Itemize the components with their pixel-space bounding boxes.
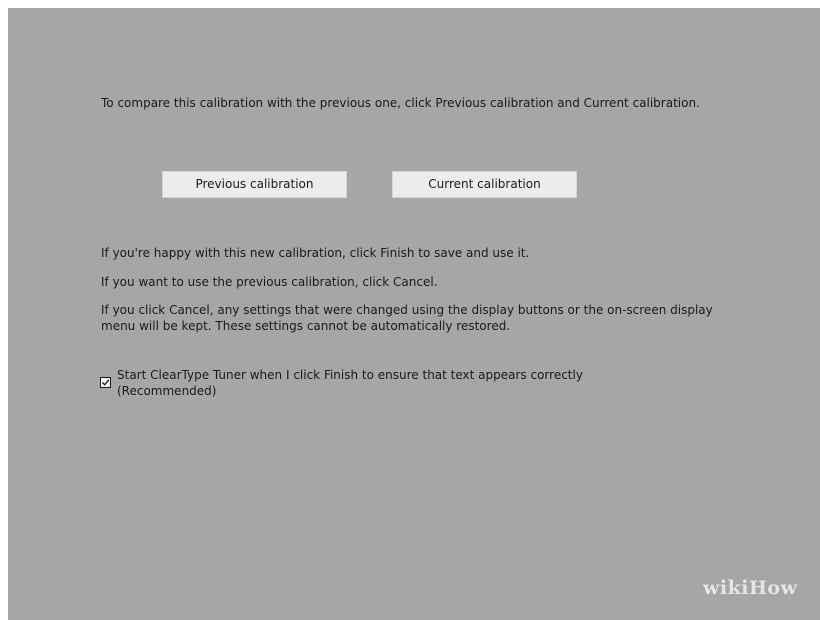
checkmark-icon xyxy=(102,379,110,386)
intro-text: To compare this calibration with the pre… xyxy=(101,96,700,110)
wikihow-watermark: wikiHow xyxy=(703,577,798,599)
finish-instruction-text: If you're happy with this new calibratio… xyxy=(101,246,530,260)
cancel-instruction-text: If you want to use the previous calibrat… xyxy=(101,275,438,289)
cleartype-checkbox-label: Start ClearType Tuner when I click Finis… xyxy=(117,368,583,398)
current-calibration-button[interactable]: Current calibration xyxy=(392,171,577,198)
previous-calibration-button[interactable]: Previous calibration xyxy=(162,171,347,198)
cancel-warning-text: If you click Cancel, any settings that w… xyxy=(101,303,713,333)
cleartype-checkbox[interactable] xyxy=(100,377,111,388)
